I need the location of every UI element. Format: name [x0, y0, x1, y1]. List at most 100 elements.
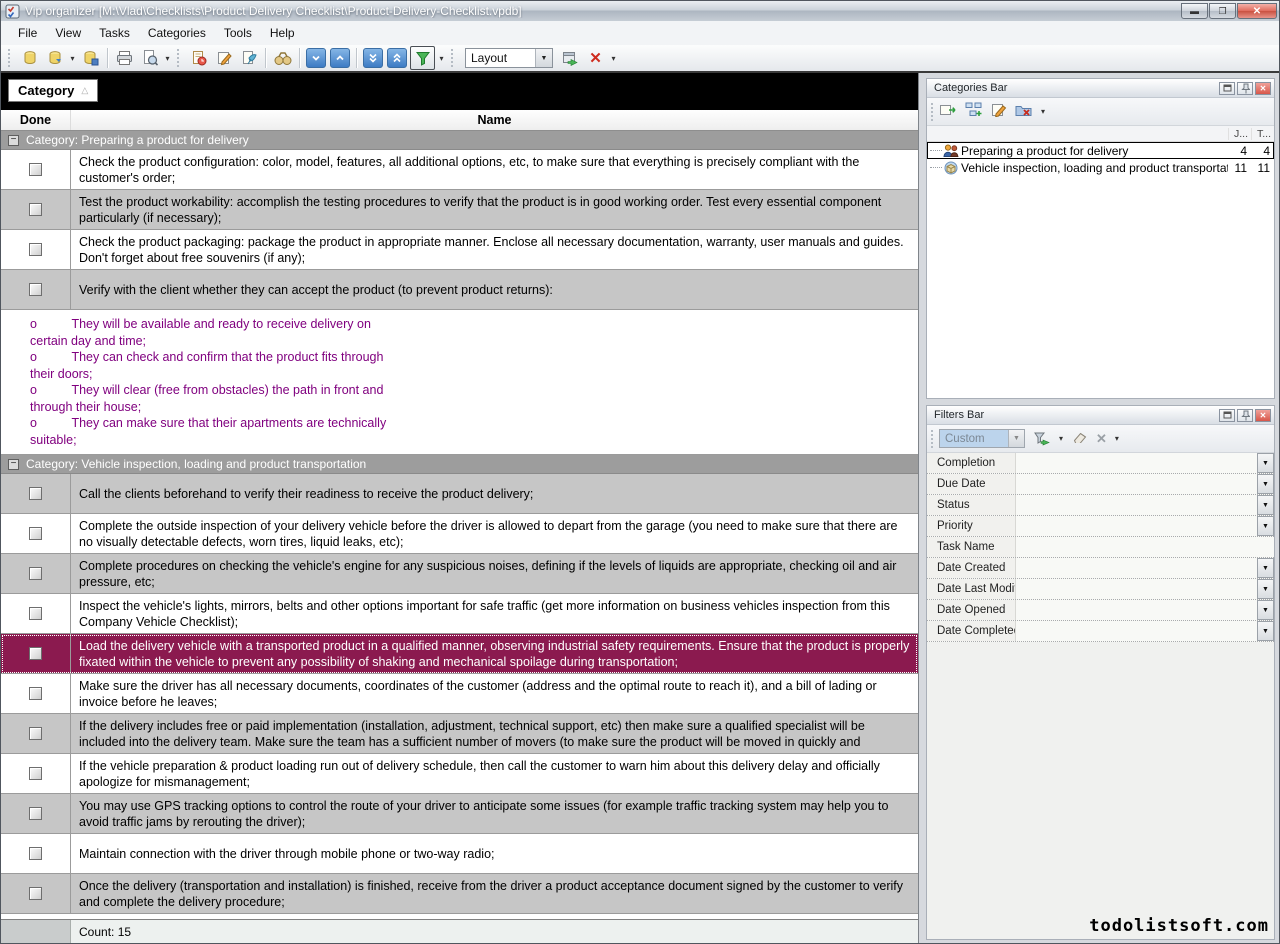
column-header-name[interactable]: Name [71, 110, 918, 130]
task-checkbox[interactable] [29, 887, 42, 900]
filters-restore-icon[interactable] [1219, 409, 1235, 422]
task-checkbox[interactable] [29, 767, 42, 780]
task-checkbox[interactable] [29, 243, 42, 256]
menu-file[interactable]: File [9, 22, 46, 44]
new-category-icon[interactable] [939, 102, 957, 122]
task-checkbox[interactable] [29, 607, 42, 620]
apply-layout-icon[interactable] [559, 47, 582, 70]
delete-filter-icon[interactable]: ✕ [1096, 430, 1107, 448]
filter-dropdown-arrow[interactable]: ▼ [1257, 558, 1274, 578]
task-row[interactable]: Load the delivery vehicle with a transpo… [1, 634, 918, 674]
menu-help[interactable]: Help [261, 22, 304, 44]
task-row[interactable]: Call the clients beforehand to verify th… [1, 474, 918, 514]
delete-category-icon[interactable] [1015, 102, 1033, 122]
category-group-row[interactable]: −Category: Vehicle inspection, loading a… [1, 455, 918, 474]
clear-filter-icon[interactable] [1071, 430, 1088, 448]
filter-value-field[interactable] [1016, 516, 1257, 536]
filter-value-field[interactable] [1016, 537, 1274, 557]
open-database-dropdown[interactable]: ▾ [68, 54, 77, 63]
menu-tools[interactable]: Tools [215, 22, 261, 44]
task-row[interactable]: Complete procedures on checking the vehi… [1, 554, 918, 594]
menu-view[interactable]: View [46, 22, 90, 44]
task-row[interactable]: Once the delivery (transportation and in… [1, 874, 918, 914]
edit-task-icon[interactable] [212, 47, 235, 70]
save-database-icon[interactable] [79, 47, 102, 70]
filter-value-field[interactable] [1016, 474, 1257, 494]
print-preview-dropdown[interactable]: ▾ [163, 54, 172, 63]
menu-categories[interactable]: Categories [139, 22, 215, 44]
filter-value-field[interactable] [1016, 600, 1257, 620]
minimize-button[interactable]: ▬ [1181, 3, 1208, 19]
categories-restore-icon[interactable] [1219, 82, 1235, 95]
filter-preset-combobox[interactable]: Custom ▼ [939, 429, 1025, 448]
category-list-item[interactable]: Preparing a product for delivery44 [927, 142, 1274, 159]
apply-filter-dropdown[interactable]: ▾ [1059, 434, 1063, 443]
task-row[interactable]: Maintain connection with the driver thro… [1, 834, 918, 874]
task-row[interactable]: Verify with the client whether they can … [1, 270, 918, 310]
filter-value-field[interactable] [1016, 558, 1257, 578]
find-icon[interactable] [271, 47, 294, 70]
layout-combobox-arrow[interactable]: ▼ [535, 49, 552, 67]
move-bottom-icon[interactable] [363, 48, 383, 68]
filter-value-field[interactable] [1016, 495, 1257, 515]
new-database-icon[interactable] [18, 47, 41, 70]
move-down-icon[interactable] [306, 48, 326, 68]
column-header-done[interactable]: Done [1, 110, 71, 130]
filter-value-field[interactable] [1016, 579, 1257, 599]
categories-toolbar-dropdown[interactable]: ▾ [1041, 107, 1045, 116]
panel-splitter[interactable] [919, 73, 926, 943]
toolbar-grip[interactable] [177, 49, 182, 67]
move-up-icon[interactable] [330, 48, 350, 68]
task-row[interactable]: Check the product configuration: color, … [1, 150, 918, 190]
open-database-icon[interactable] [43, 47, 66, 70]
filter-dropdown-arrow[interactable]: ▼ [1257, 474, 1274, 494]
move-top-icon[interactable] [387, 48, 407, 68]
layout-combobox[interactable]: Layout ▼ [465, 48, 553, 68]
toolbar-grip[interactable] [8, 49, 13, 67]
task-checkbox[interactable] [29, 283, 42, 296]
task-row[interactable]: If the vehicle preparation & product loa… [1, 754, 918, 794]
filter-dropdown-arrow[interactable]: ▼ [1257, 495, 1274, 515]
task-checkbox[interactable] [29, 727, 42, 740]
categories-column-1[interactable]: J... [1228, 128, 1251, 140]
task-row[interactable]: Make sure the driver has all necessary d… [1, 674, 918, 714]
add-task-icon[interactable] [187, 47, 210, 70]
categories-close-icon[interactable]: ✕ [1255, 82, 1271, 95]
toolbar-grip[interactable] [451, 49, 456, 67]
filters-close-icon[interactable]: ✕ [1255, 409, 1271, 422]
filters-toolbar-dropdown[interactable]: ▾ [1115, 434, 1119, 443]
task-checkbox[interactable] [29, 647, 42, 660]
filter-dropdown-arrow[interactable]: ▼ [1257, 579, 1274, 599]
filter-dropdown[interactable]: ▾ [437, 54, 446, 63]
restore-button[interactable]: ❐ [1209, 3, 1236, 19]
print-icon[interactable] [113, 47, 136, 70]
edit-category-icon[interactable] [991, 102, 1007, 122]
task-row[interactable]: Test the product workability: accomplish… [1, 190, 918, 230]
task-checkbox[interactable] [29, 527, 42, 540]
filter-preset-arrow[interactable]: ▼ [1008, 430, 1024, 447]
filters-pin-icon[interactable] [1237, 409, 1253, 422]
filter-dropdown-arrow[interactable]: ▼ [1257, 600, 1274, 620]
delete-layout-icon[interactable]: ✕ [584, 47, 607, 70]
task-row[interactable]: Inspect the vehicle's lights, mirrors, b… [1, 594, 918, 634]
group-by-category-button[interactable]: Category △ [8, 79, 98, 102]
task-checkbox[interactable] [29, 487, 42, 500]
task-row[interactable]: Complete the outside inspection of your … [1, 514, 918, 554]
task-checkbox[interactable] [29, 567, 42, 580]
filter-dropdown-arrow[interactable]: ▼ [1257, 621, 1274, 641]
category-group-row[interactable]: −Category: Preparing a product for deliv… [1, 131, 918, 150]
add-subcategory-icon[interactable] [965, 102, 983, 122]
apply-filter-icon[interactable] [1033, 431, 1051, 446]
task-checkbox[interactable] [29, 847, 42, 860]
filter-value-field[interactable] [1016, 453, 1257, 473]
task-row[interactable]: You may use GPS tracking options to cont… [1, 794, 918, 834]
task-row[interactable]: If the delivery includes free or paid im… [1, 714, 918, 754]
task-checkbox[interactable] [29, 203, 42, 216]
toolbar-more-dropdown[interactable]: ▾ [609, 54, 618, 63]
filter-dropdown-arrow[interactable]: ▼ [1257, 516, 1274, 536]
categories-column-2[interactable]: T... [1251, 128, 1274, 140]
task-row[interactable]: Check the product packaging: package the… [1, 230, 918, 270]
filter-value-field[interactable] [1016, 621, 1257, 641]
menu-tasks[interactable]: Tasks [90, 22, 139, 44]
task-checkbox[interactable] [29, 687, 42, 700]
